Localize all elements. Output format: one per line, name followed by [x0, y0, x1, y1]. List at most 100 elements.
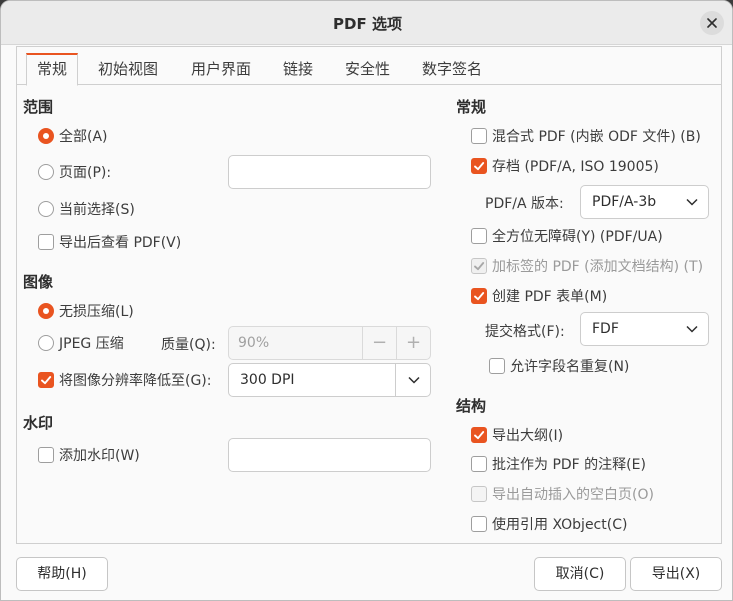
archive-pdfa-checkbox[interactable]: 存档 (PDF/A, ISO 19005) — [471, 155, 659, 177]
chevron-down-icon — [408, 376, 420, 384]
dialog-title: PDF 选项 — [333, 15, 402, 33]
submit-format-value: FDF — [592, 321, 619, 337]
checkbox-indicator — [471, 128, 487, 144]
checkbox-indicator — [471, 228, 487, 244]
quality-decrement-button[interactable]: − — [362, 327, 396, 359]
general-section-title: 常规 — [456, 98, 487, 116]
checkbox-indicator — [471, 158, 487, 174]
radio-indicator — [38, 128, 54, 144]
pdfa-dropdown-arrow — [686, 186, 698, 218]
pdfa-version-value: PDF/A-3b — [592, 194, 657, 210]
checkbox-indicator — [38, 372, 54, 388]
universal-accessibility-label: 全方位无障碍(Y) (PDF/UA) — [492, 229, 663, 245]
range-selection-radio[interactable]: 当前选择(S) — [38, 198, 135, 220]
checkbox-indicator — [471, 456, 487, 472]
view-after-export-label: 导出后查看 PDF(V) — [59, 235, 182, 251]
export-outline-checkbox[interactable]: 导出大纲(I) — [471, 424, 563, 446]
watermark-input[interactable] — [228, 438, 431, 472]
hybrid-pdf-checkbox[interactable]: 混合式 PDF (内嵌 ODF 文件) (B) — [471, 125, 701, 147]
range-all-label: 全部(A) — [59, 129, 108, 145]
add-watermark-checkbox[interactable]: 添加水印(W) — [38, 444, 140, 466]
cancel-button[interactable]: 取消(C) — [534, 557, 626, 591]
tagged-pdf-label: 加标签的 PDF (添加文档结构) (T) — [492, 259, 704, 275]
checkbox-indicator — [38, 234, 54, 250]
quality-label: 质量(Q): — [161, 337, 216, 353]
checkbox-indicator — [471, 486, 487, 502]
close-icon — [707, 18, 717, 28]
checkbox-indicator — [471, 516, 487, 532]
resolution-dropdown-button[interactable] — [408, 364, 420, 396]
pdfa-version-combobox[interactable]: PDF/A-3b — [580, 185, 709, 219]
close-button[interactable] — [700, 11, 724, 35]
lossless-label: 无损压缩(L) — [59, 304, 134, 320]
tab-digital-signatures[interactable]: 数字签名 — [412, 53, 492, 85]
tab-links[interactable]: 链接 — [273, 53, 323, 85]
title-bar: PDF 选项 — [1, 1, 732, 45]
jpeg-label: JPEG 压缩 — [59, 336, 124, 352]
submit-format-combobox[interactable]: FDF — [580, 312, 709, 346]
jpeg-radio[interactable]: JPEG 压缩 — [38, 332, 124, 354]
tab-user-interface[interactable]: 用户界面 — [181, 53, 261, 85]
check-icon — [474, 431, 485, 440]
reduce-resolution-label: 将图像分辨率降低至(G): — [59, 373, 212, 389]
checkbox-indicator — [489, 358, 505, 374]
archive-pdfa-label: 存档 (PDF/A, ISO 19005) — [492, 159, 659, 175]
radio-indicator — [38, 303, 54, 319]
hybrid-pdf-label: 混合式 PDF (内嵌 ODF 文件) (B) — [492, 129, 701, 145]
submit-dropdown-arrow — [686, 313, 698, 345]
view-after-export-checkbox[interactable]: 导出后查看 PDF(V) — [38, 231, 181, 253]
add-watermark-label: 添加水印(W) — [59, 448, 140, 464]
tab-initial-view[interactable]: 初始视图 — [88, 53, 168, 85]
checkbox-indicator — [471, 427, 487, 443]
reference-xobject-label: 使用引用 XObject(C) — [492, 517, 628, 533]
quality-spinbox[interactable]: 90% − + — [228, 326, 431, 360]
check-icon — [474, 262, 485, 271]
check-icon — [474, 292, 485, 301]
create-form-checkbox[interactable]: 创建 PDF 表单(M) — [471, 285, 607, 307]
tab-general[interactable]: 常规 — [26, 53, 79, 86]
create-form-label: 创建 PDF 表单(M) — [492, 289, 608, 305]
universal-accessibility-checkbox[interactable]: 全方位无障碍(Y) (PDF/UA) — [471, 225, 663, 247]
lossless-radio[interactable]: 无损压缩(L) — [38, 300, 134, 322]
range-section-title: 范围 — [23, 98, 54, 116]
check-icon — [474, 162, 485, 171]
export-outline-label: 导出大纲(I) — [492, 428, 564, 444]
chevron-down-icon — [686, 198, 698, 206]
allow-duplicate-names-checkbox[interactable]: 允许字段名重复(N) — [489, 355, 629, 377]
resolution-value: 300 DPI — [240, 372, 295, 388]
range-all-radio[interactable]: 全部(A) — [38, 125, 108, 147]
reduce-resolution-checkbox[interactable]: 将图像分辨率降低至(G): — [38, 369, 212, 391]
radio-indicator — [38, 164, 54, 180]
tagged-pdf-checkbox[interactable]: 加标签的 PDF (添加文档结构) (T) — [471, 255, 703, 277]
pdf-options-dialog: PDF 选项 常规 初始视图 用户界面 链接 安全性 数字签名 范围 全部(A)… — [0, 0, 733, 601]
tab-bar: 常规 初始视图 用户界面 链接 安全性 数字签名 — [16, 49, 722, 86]
radio-indicator — [38, 335, 54, 351]
checkbox-indicator — [471, 258, 487, 274]
comments-as-annotations-checkbox[interactable]: 批注作为 PDF 的注释(E) — [471, 453, 646, 475]
allow-duplicate-names-label: 允许字段名重复(N) — [510, 359, 630, 375]
checkbox-indicator — [38, 447, 54, 463]
checkbox-indicator — [471, 288, 487, 304]
quality-increment-button[interactable]: + — [396, 327, 430, 359]
chevron-down-icon — [686, 325, 698, 333]
submit-format-label: 提交格式(F): — [485, 324, 565, 340]
export-blank-pages-label: 导出自动插入的空白页(O) — [492, 487, 654, 503]
reference-xobject-checkbox[interactable]: 使用引用 XObject(C) — [471, 513, 627, 535]
comments-as-annotations-label: 批注作为 PDF 的注释(E) — [492, 457, 646, 473]
pdfa-version-label: PDF/A 版本: — [485, 196, 564, 212]
export-button[interactable]: 导出(X) — [630, 557, 722, 591]
quality-value: 90% — [238, 335, 270, 351]
check-icon — [41, 376, 52, 385]
combo-separator — [395, 364, 396, 396]
range-selection-label: 当前选择(S) — [59, 202, 135, 218]
watermark-section-title: 水印 — [23, 414, 54, 432]
help-button[interactable]: 帮助(H) — [16, 557, 108, 591]
images-section-title: 图像 — [23, 273, 54, 291]
export-blank-pages-checkbox[interactable]: 导出自动插入的空白页(O) — [471, 483, 654, 505]
resolution-combobox[interactable]: 300 DPI — [228, 363, 431, 397]
range-pages-radio[interactable]: 页面(P): — [38, 161, 111, 183]
pages-input[interactable] — [228, 155, 431, 189]
range-pages-label: 页面(P): — [59, 165, 112, 181]
tab-security[interactable]: 安全性 — [335, 53, 400, 85]
radio-indicator — [38, 201, 54, 217]
